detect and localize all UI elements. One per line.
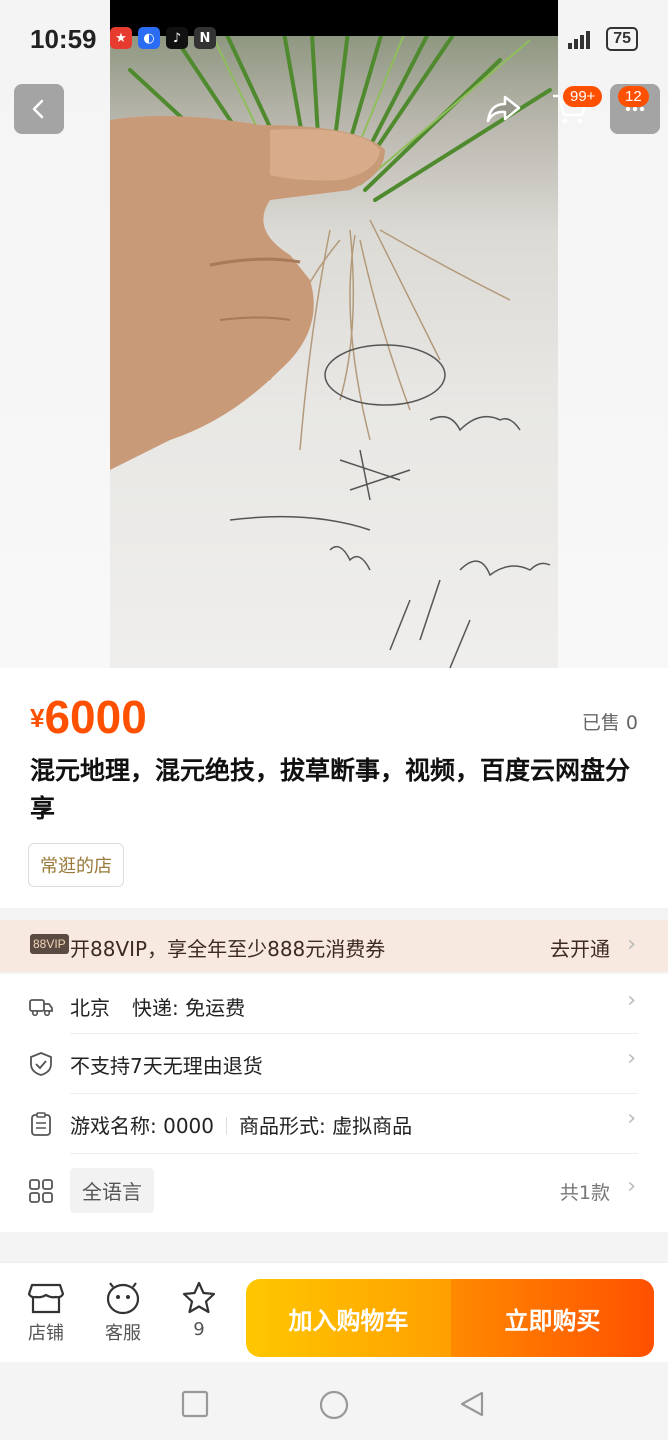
sku-count: 共1款 bbox=[559, 1182, 610, 1204]
attr-separator bbox=[226, 1117, 227, 1135]
shipping-info: 北京 快递: 免运费 bbox=[70, 992, 245, 1021]
product-info-list: 北京 快递: 免运费 › 不支持7天无理由退货 › 游戏名称: 0000 商品形式:… bbox=[0, 974, 668, 1232]
bulb-icon: ◐ bbox=[138, 27, 160, 49]
star-icon bbox=[182, 1281, 216, 1314]
price-value: 6000 bbox=[44, 691, 147, 743]
service-face-icon bbox=[106, 1282, 140, 1315]
back-button[interactable] bbox=[14, 84, 64, 134]
chevron-right-icon: › bbox=[627, 1174, 636, 1199]
product-card: ¥6000 已售 0 混元地理，混元绝技，拔草断事，视频，百度云网盘分享 常逛的… bbox=[0, 668, 668, 908]
vip-promo-text: 开88VIP，享全年至少888元消费券 bbox=[70, 937, 386, 961]
currency-symbol: ¥ bbox=[30, 703, 45, 733]
app-notification-icon: ★ bbox=[110, 27, 132, 49]
back-triangle-icon[interactable] bbox=[458, 1390, 486, 1418]
grid-icon bbox=[29, 1179, 53, 1203]
shop-tag[interactable]: 常逛的店 bbox=[28, 843, 124, 887]
sku-option[interactable]: 全语言 bbox=[70, 1168, 154, 1213]
shop-label: 店铺 bbox=[28, 1323, 64, 1344]
product-title: 混元地理，混元绝技，拔草断事，视频，百度云网盘分享 bbox=[30, 756, 631, 823]
service-label: 客服 bbox=[105, 1323, 141, 1344]
buy-now-button[interactable]: 立即购买 bbox=[451, 1279, 654, 1357]
product-form-attr: 商品形式: 虚拟商品 bbox=[239, 1114, 413, 1138]
clipboard-icon bbox=[31, 1112, 51, 1136]
system-navigation-bar bbox=[0, 1362, 668, 1440]
message-badge: 12 bbox=[618, 86, 649, 107]
game-name-attr: 游戏名称: 0000 bbox=[70, 1114, 214, 1138]
row-divider bbox=[70, 1153, 638, 1154]
truck-icon bbox=[29, 999, 53, 1017]
favorite-count: 9 bbox=[193, 1319, 205, 1340]
chevron-right-icon: › bbox=[627, 988, 636, 1013]
shipping-row[interactable]: 北京 快递: 免运费 › bbox=[0, 976, 668, 1034]
return-policy-row[interactable]: 不支持7天无理由退货 › bbox=[0, 1034, 668, 1092]
vip-logo: 88VIP bbox=[30, 934, 69, 954]
return-policy-text: 不支持7天无理由退货 bbox=[70, 1054, 263, 1078]
share-button[interactable] bbox=[478, 84, 528, 134]
express-fee: 快递: 免运费 bbox=[132, 996, 246, 1020]
signal-icon bbox=[568, 31, 591, 49]
favorite-button[interactable]: 9 bbox=[174, 1281, 224, 1340]
vip-open-link[interactable]: 去开通 bbox=[550, 933, 610, 962]
attributes-row[interactable]: 游戏名称: 0000 商品形式: 虚拟商品 › bbox=[0, 1094, 668, 1152]
status-time: 10:59 bbox=[30, 24, 97, 54]
attributes-text: 游戏名称: 0000 商品形式: 虚拟商品 bbox=[70, 1110, 412, 1139]
cart-badge: 99+ bbox=[563, 86, 603, 107]
bottom-action-bar: 店铺 客服 9 加入购物车 立即购买 bbox=[0, 1262, 668, 1362]
nfc-icon: N bbox=[194, 27, 216, 49]
battery-indicator: 75 bbox=[606, 27, 638, 51]
store-icon bbox=[27, 1283, 65, 1314]
chevron-right-icon: › bbox=[627, 1106, 636, 1131]
sold-count: 已售 0 bbox=[581, 712, 638, 734]
chevron-right-icon: › bbox=[627, 1046, 636, 1071]
share-icon bbox=[486, 95, 521, 123]
vip-banner[interactable]: 88VIP 开88VIP，享全年至少888元消费券 去开通 › bbox=[0, 920, 668, 972]
system-status-icons: 75 bbox=[568, 27, 638, 51]
product-price: ¥6000 bbox=[30, 690, 147, 744]
home-icon[interactable] bbox=[319, 1390, 349, 1420]
ship-from: 北京 bbox=[70, 996, 110, 1020]
add-to-cart-button[interactable]: 加入购物车 bbox=[246, 1279, 451, 1357]
notification-icons: ★ ◐ ♪ N bbox=[110, 27, 216, 49]
chevron-left-icon bbox=[32, 99, 44, 119]
customer-service-button[interactable]: 客服 bbox=[98, 1281, 148, 1345]
shield-check-icon bbox=[30, 1052, 52, 1076]
tiktok-icon: ♪ bbox=[166, 27, 188, 49]
status-bar: 10:59 ★ ◐ ♪ N 75 bbox=[0, 0, 668, 80]
sku-row[interactable]: 全语言 共1款 › bbox=[0, 1160, 668, 1220]
shop-button[interactable]: 店铺 bbox=[21, 1281, 71, 1345]
chevron-right-icon: › bbox=[627, 932, 636, 957]
recent-apps-icon[interactable] bbox=[181, 1390, 209, 1418]
